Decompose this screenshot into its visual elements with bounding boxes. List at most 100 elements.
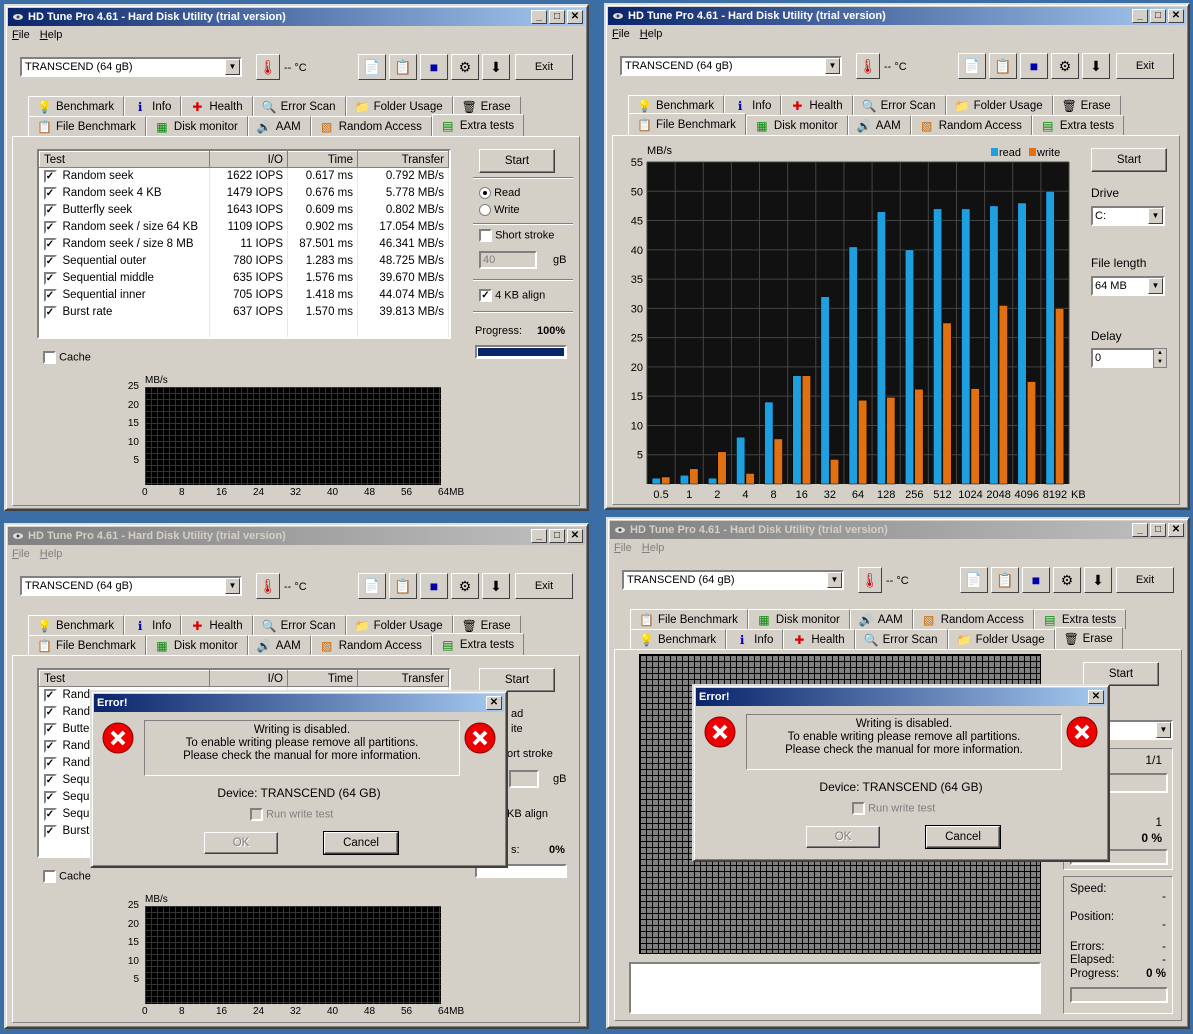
col-io[interactable]: I/O bbox=[209, 670, 288, 687]
short-stroke-option[interactable]: Short stroke bbox=[479, 229, 554, 242]
test-checkbox[interactable]: ✓ bbox=[43, 705, 57, 719]
test-checkbox[interactable]: ✓ bbox=[43, 237, 57, 251]
test-cell[interactable]: ✓ Random seek / size 8 MB bbox=[39, 235, 210, 253]
tab-benchmark[interactable]: 💡 Benchmark bbox=[628, 95, 725, 115]
menu-file[interactable]: File bbox=[12, 548, 30, 564]
tab-info[interactable]: ℹ Info bbox=[124, 96, 182, 116]
temperature-button[interactable]: 🌡 bbox=[256, 54, 280, 80]
test-cell[interactable]: ✓ Burst rate bbox=[39, 303, 210, 321]
exit-button[interactable]: Exit bbox=[1116, 567, 1174, 593]
tab-extra-tests[interactable]: ▤ Extra tests bbox=[1031, 115, 1125, 135]
tab-info[interactable]: ℹ Info bbox=[726, 629, 784, 649]
cache-checkbox[interactable] bbox=[43, 351, 56, 364]
save-button[interactable]: ■ bbox=[1020, 53, 1048, 79]
tab-benchmark[interactable]: 💡 Benchmark bbox=[28, 96, 125, 116]
save-button[interactable]: ■ bbox=[420, 54, 448, 80]
test-checkbox[interactable]: ✓ bbox=[43, 824, 57, 838]
ok-button[interactable]: OK bbox=[806, 826, 880, 848]
tab-file-benchmark[interactable]: 📋 File Benchmark bbox=[628, 113, 746, 135]
test-checkbox[interactable]: ✓ bbox=[43, 288, 57, 302]
tab-disk-monitor[interactable]: ▦ Disk monitor bbox=[145, 635, 248, 655]
tab-folder-usage[interactable]: 📁 Folder Usage bbox=[947, 629, 1055, 649]
download-button[interactable]: ⬇ bbox=[1082, 53, 1110, 79]
copy-button[interactable]: 📄 bbox=[358, 54, 386, 80]
options-button[interactable]: ⚙ bbox=[1051, 53, 1079, 79]
tab-aam[interactable]: 🔊 AAM bbox=[247, 635, 311, 655]
test-checkbox[interactable]: ✓ bbox=[43, 739, 57, 753]
run-write-test-checkbox[interactable] bbox=[852, 802, 865, 815]
tab-extra-tests[interactable]: ▤ Extra tests bbox=[1033, 609, 1127, 629]
copy-button[interactable]: 📄 bbox=[358, 573, 386, 599]
tab-health[interactable]: ✚ Health bbox=[181, 96, 253, 116]
tab-file-benchmark[interactable]: 📋 File Benchmark bbox=[28, 635, 146, 655]
tab-aam[interactable]: 🔊 AAM bbox=[849, 609, 913, 629]
cache-option[interactable]: Cache bbox=[43, 351, 91, 364]
tab-folder-usage[interactable]: 📁 Folder Usage bbox=[945, 95, 1053, 115]
chevron-down-icon[interactable]: ▼ bbox=[825, 58, 840, 74]
delay-spinner[interactable]: 0 bbox=[1091, 348, 1155, 368]
run-write-test-option[interactable]: Run write test bbox=[250, 808, 333, 821]
test-cell[interactable]: ✓ Random seek bbox=[39, 167, 210, 185]
tab-erase[interactable]: 🗑 Erase bbox=[452, 615, 521, 635]
close-button[interactable]: ✕ bbox=[567, 529, 583, 543]
exit-button[interactable]: Exit bbox=[1116, 53, 1174, 79]
copy-button[interactable]: 📄 bbox=[958, 53, 986, 79]
tab-extra-tests[interactable]: ▤ Extra tests bbox=[431, 114, 525, 136]
tab-erase[interactable]: 🗑 Erase bbox=[1054, 627, 1123, 649]
menu-help[interactable]: Help bbox=[640, 28, 663, 44]
test-checkbox[interactable]: ✓ bbox=[43, 773, 57, 787]
menu-help[interactable]: Help bbox=[40, 29, 63, 45]
spinner-arrows[interactable]: ▲ ▼ bbox=[1153, 348, 1167, 368]
col-test[interactable]: Test bbox=[39, 670, 210, 687]
tab-info[interactable]: ℹ Info bbox=[124, 615, 182, 635]
tab-info[interactable]: ℹ Info bbox=[724, 95, 782, 115]
menu-file[interactable]: File bbox=[614, 542, 632, 558]
tab-benchmark[interactable]: 💡 Benchmark bbox=[28, 615, 125, 635]
tab-health[interactable]: ✚ Health bbox=[181, 615, 253, 635]
maximize-button[interactable]: □ bbox=[1150, 9, 1166, 23]
temperature-button[interactable]: 🌡 bbox=[256, 573, 280, 599]
tab-aam[interactable]: 🔊 AAM bbox=[247, 116, 311, 136]
drive-select[interactable]: TRANSCEND (64 gB) ▼ bbox=[20, 57, 242, 77]
menu-file[interactable]: File bbox=[612, 28, 630, 44]
test-checkbox[interactable]: ✓ bbox=[43, 688, 57, 702]
maximize-button[interactable]: □ bbox=[1150, 523, 1166, 537]
col-transfer[interactable]: Transfer bbox=[357, 670, 449, 687]
menu-help[interactable]: Help bbox=[642, 542, 665, 558]
run-write-test-checkbox[interactable] bbox=[250, 808, 263, 821]
exit-button[interactable]: Exit bbox=[515, 573, 573, 599]
minimize-button[interactable]: _ bbox=[531, 529, 547, 543]
options-button[interactable]: ⚙ bbox=[1053, 567, 1081, 593]
tab-disk-monitor[interactable]: ▦ Disk monitor bbox=[747, 609, 850, 629]
table-row[interactable]: ✓ Burst rate 637 IOPS 1.570 ms 39.813 MB/s bbox=[39, 303, 449, 321]
drive-select[interactable]: TRANSCEND (64 gB) ▼ bbox=[20, 576, 242, 596]
test-checkbox[interactable]: ✓ bbox=[43, 790, 57, 804]
ok-button[interactable]: OK bbox=[204, 832, 278, 854]
col-time[interactable]: Time bbox=[287, 670, 358, 687]
close-button[interactable]: ✕ bbox=[1168, 9, 1184, 23]
table-row[interactable]: ✓ Sequential middle 635 IOPS 1.576 ms 39.670… bbox=[39, 269, 449, 287]
table-row[interactable]: ✓ Random seek 4 KB 1479 IOPS 0.676 ms 5.778 … bbox=[39, 184, 449, 202]
tab-random-access[interactable]: ▧ Random Access bbox=[310, 116, 432, 136]
test-checkbox[interactable]: ✓ bbox=[43, 807, 57, 821]
table-row[interactable]: ✓ Random seek / size 64 KB 1109 IOPS 0.902 … bbox=[39, 218, 449, 236]
test-checkbox[interactable]: ✓ bbox=[43, 254, 57, 268]
col-time[interactable]: Time bbox=[287, 151, 358, 168]
tab-health[interactable]: ✚ Health bbox=[781, 95, 853, 115]
table-row[interactable]: ✓ Butterfly seek 1643 IOPS 0.609 ms 0.802 MB… bbox=[39, 201, 449, 219]
close-button[interactable]: ✕ bbox=[567, 10, 583, 24]
save-button[interactable]: ■ bbox=[420, 573, 448, 599]
copy-button[interactable]: 📄 bbox=[960, 567, 988, 593]
dialog-close-button[interactable]: ✕ bbox=[486, 696, 502, 710]
table-row[interactable]: ✓ Random seek / size 8 MB 11 IOPS 87.501 ms… bbox=[39, 235, 449, 253]
test-cell[interactable]: ✓ Sequential middle bbox=[39, 269, 210, 287]
minimize-button[interactable]: _ bbox=[531, 10, 547, 24]
tab-random-access[interactable]: ▧ Random Access bbox=[310, 635, 432, 655]
minimize-button[interactable]: _ bbox=[1132, 523, 1148, 537]
drive-select[interactable]: TRANSCEND (64 gB) ▼ bbox=[620, 56, 842, 76]
download-button[interactable]: ⬇ bbox=[1084, 567, 1112, 593]
cancel-button[interactable]: Cancel bbox=[925, 825, 1001, 849]
test-checkbox[interactable]: ✓ bbox=[43, 203, 57, 217]
copy-all-button[interactable]: 📋 bbox=[389, 573, 417, 599]
maximize-button[interactable]: □ bbox=[549, 529, 565, 543]
